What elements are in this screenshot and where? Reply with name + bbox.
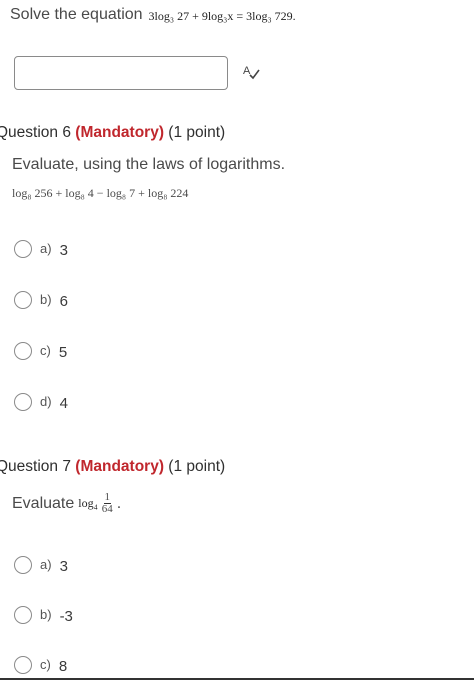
option-letter: c) xyxy=(40,657,51,672)
q6-option-d[interactable]: d) 4 xyxy=(14,391,68,412)
option-value: 3 xyxy=(59,558,68,575)
radio-button[interactable] xyxy=(14,555,32,574)
q7-period: . xyxy=(116,494,122,512)
q5-prompt-row: Solve the equation 3log₃ 27 + 9log₃x = 3… xyxy=(10,6,296,24)
q6-header: Question 6 (Mandatory) (1 point) xyxy=(0,124,225,142)
option-letter: d) xyxy=(40,394,52,409)
option-value: 4 xyxy=(59,395,68,412)
q6-points: (1 point) xyxy=(168,124,226,141)
bottom-divider xyxy=(0,678,474,680)
quiz-page: Solve the equation 3log₃ 27 + 9log₃x = 3… xyxy=(0,0,474,682)
q7-option-c[interactable]: c) 8 xyxy=(14,654,67,675)
q7-prompt-row: Evaluate log₄ 1 64 . xyxy=(12,492,121,515)
option-value: 3 xyxy=(59,242,68,259)
option-letter: b) xyxy=(40,292,52,307)
q6-prompt: Evaluate, using the laws of logarithms. xyxy=(12,156,286,173)
q7-label: Question 7 xyxy=(0,458,71,475)
q6-mandatory: (Mandatory) xyxy=(75,124,164,141)
q5-prompt: Solve the equation xyxy=(10,6,143,23)
option-letter: a) xyxy=(40,557,52,572)
q7-mandatory: (Mandatory) xyxy=(75,458,164,475)
q7-log: log₄ xyxy=(78,496,98,510)
radio-button[interactable] xyxy=(14,341,32,360)
radio-button[interactable] xyxy=(14,290,32,309)
q7-header: Question 7 (Mandatory) (1 point) xyxy=(0,458,225,476)
q6-option-b[interactable]: b) 6 xyxy=(14,289,68,310)
q7-option-b[interactable]: b) -3 xyxy=(14,604,73,625)
q7-option-a[interactable]: a) 3 xyxy=(14,554,68,575)
option-letter: b) xyxy=(40,607,52,622)
spellcheck-icon[interactable]: A xyxy=(242,62,262,82)
q7-frac-denominator: 64 xyxy=(101,503,113,515)
option-value: 6 xyxy=(59,293,68,310)
q7-prompt: Evaluate xyxy=(12,494,75,512)
q5-answer-input[interactable] xyxy=(14,56,228,90)
q5-equation: 3log₃ 27 + 9log₃x = 3log₃ 729. xyxy=(148,9,296,23)
radio-button[interactable] xyxy=(14,392,32,411)
q6-expression: log₈ 256 + log₈ 4 − log₈ 7 + log₈ 224 xyxy=(12,186,189,200)
radio-button[interactable] xyxy=(14,655,32,674)
q7-fraction: 1 64 xyxy=(102,492,113,515)
radio-button[interactable] xyxy=(14,239,32,258)
option-letter: c) xyxy=(40,343,51,358)
option-value: -3 xyxy=(59,608,73,625)
option-letter: a) xyxy=(40,241,52,256)
q6-label: Question 6 xyxy=(0,124,71,141)
option-value: 5 xyxy=(58,344,68,361)
q7-points: (1 point) xyxy=(168,458,226,475)
q6-option-a[interactable]: a) 3 xyxy=(14,238,68,259)
q6-option-c[interactable]: c) 5 xyxy=(14,340,67,361)
radio-button[interactable] xyxy=(14,605,32,624)
option-value: 8 xyxy=(58,658,68,675)
